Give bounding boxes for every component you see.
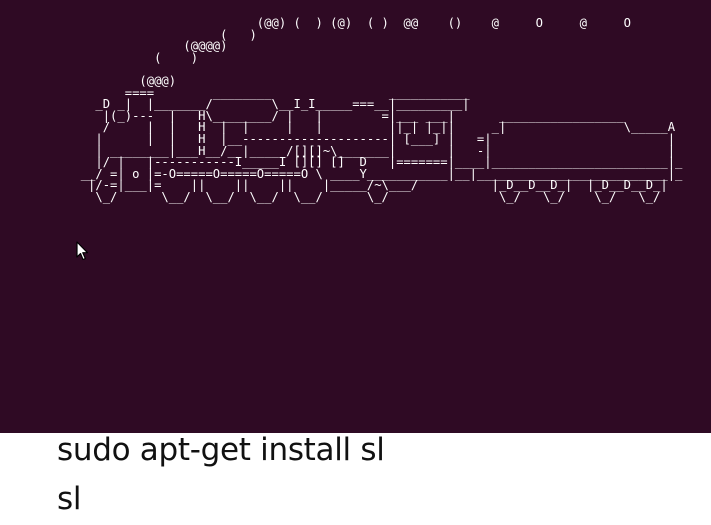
run-command-text: sl — [57, 481, 82, 517]
install-command-text: sudo apt-get install sl — [57, 432, 385, 468]
terminal-window[interactable]: (@@) ( ) (@) ( ) @@ () @ O @ O ( ) (@@@@… — [0, 0, 711, 433]
steam-locomotive-ascii-art: (@@) ( ) (@) ( ) @@ () @ O @ O ( ) (@@@@… — [80, 16, 683, 204]
mouse-pointer-icon — [76, 241, 89, 261]
